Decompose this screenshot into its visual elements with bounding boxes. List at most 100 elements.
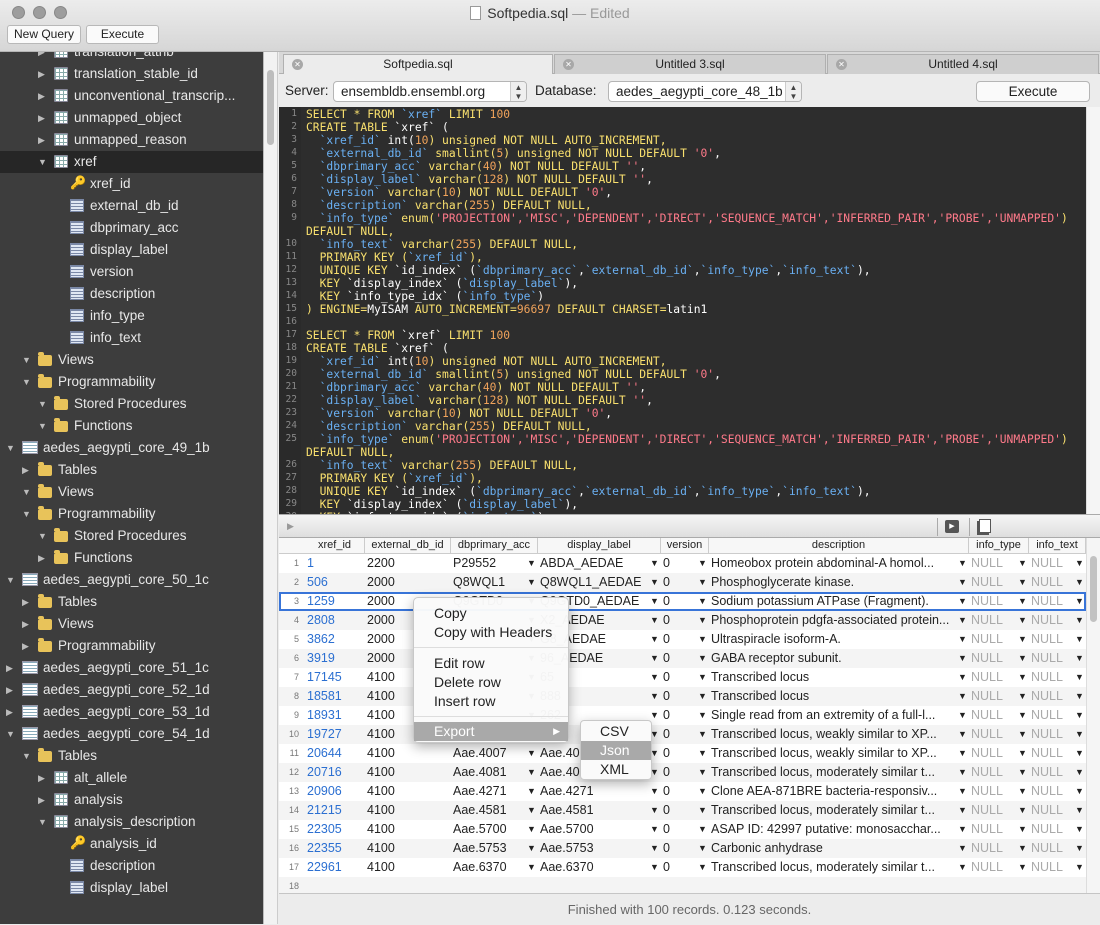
cell-dropdown-icon[interactable]: ▼ xyxy=(1018,573,1027,592)
cell-description[interactable]: ASAP ID: 42997 putative: monosacchar... xyxy=(711,820,955,839)
cell-dbprimary_acc[interactable]: Q8WQL1 xyxy=(453,573,524,592)
cell-version[interactable]: 0 xyxy=(663,706,695,725)
cell-info_text[interactable]: NULL xyxy=(1031,630,1072,649)
cell-dropdown-icon[interactable]: ▼ xyxy=(650,649,659,668)
column-header[interactable]: xref_id xyxy=(305,538,365,554)
cell-info_text[interactable]: NULL xyxy=(1031,839,1072,858)
tree-item[interactable]: ▶ Programmability xyxy=(0,635,263,657)
column-header[interactable]: display_label xyxy=(538,538,661,554)
disclosure-closed-icon[interactable]: ▶ xyxy=(38,63,45,85)
cell-dropdown-icon[interactable]: ▼ xyxy=(1075,573,1084,592)
toolbar-execute-button[interactable]: Execute xyxy=(86,25,159,44)
disclosure-open-icon[interactable]: ▼ xyxy=(22,503,31,525)
cell-dropdown-icon[interactable]: ▼ xyxy=(1075,668,1084,687)
cell-dropdown-icon[interactable]: ▼ xyxy=(527,820,536,839)
cell-info_type[interactable]: NULL xyxy=(971,554,1015,573)
cell-dropdown-icon[interactable]: ▼ xyxy=(958,573,967,592)
tree-item[interactable]: ▼ Programmability xyxy=(0,503,263,525)
table-row[interactable]: 1 1 2200 P29552 ▼ ABDA_AEDAE ▼ 0 ▼ Homeobox prote… xyxy=(279,554,1086,573)
column-header[interactable]: external_db_id xyxy=(365,538,451,554)
tab-3[interactable]: ✕ Untitled 4.sql xyxy=(827,54,1099,74)
cell-description[interactable]: Clone AEA-871BRE bacteria-responsiv... xyxy=(711,782,955,801)
tree-item[interactable]: info_text xyxy=(0,327,263,349)
tree-item[interactable]: ▶ unconventional_transcrip... xyxy=(0,85,263,107)
cell-description[interactable]: Transcribed locus, weakly similar to XP.… xyxy=(711,725,955,744)
column-header[interactable]: info_type xyxy=(969,538,1029,554)
cell-dropdown-icon[interactable]: ▼ xyxy=(958,801,967,820)
cell-info_text[interactable]: NULL xyxy=(1031,649,1072,668)
cell-dropdown-icon[interactable]: ▼ xyxy=(1018,706,1027,725)
cell-xref_id[interactable]: 506 xyxy=(307,573,363,592)
disclosure-closed-icon[interactable]: ▶ xyxy=(38,547,45,569)
table-row[interactable]: 10197274100▼▼0▼Transcribed locus, weakly… xyxy=(279,725,1086,744)
cell-dropdown-icon[interactable]: ▼ xyxy=(958,592,967,611)
export-json[interactable]: Json xyxy=(581,741,651,760)
tree-item[interactable]: dbprimary_acc xyxy=(0,217,263,239)
cell-xref_id[interactable]: 21215 xyxy=(307,801,363,820)
cell-dropdown-icon[interactable]: ▼ xyxy=(958,668,967,687)
cell-dropdown-icon[interactable]: ▼ xyxy=(527,839,536,858)
disclosure-closed-icon[interactable]: ▶ xyxy=(6,679,13,701)
cell-dropdown-icon[interactable]: ▼ xyxy=(698,763,707,782)
disclosure-closed-icon[interactable]: ▶ xyxy=(6,701,13,723)
table-row[interactable]: 13 20906 4100 Aae.4271 ▼ Aae.4271 ▼ 0 ▼ Clone AEA… xyxy=(279,782,1086,801)
tab-2[interactable]: ✕ Untitled 3.sql xyxy=(554,54,826,74)
results-scrollbar[interactable] xyxy=(1086,538,1100,893)
tree-item[interactable]: external_db_id xyxy=(0,195,263,217)
table-row[interactable]: 8185814100▼888▼0▼Transcribed locus▼NULL▼… xyxy=(279,687,1086,706)
cell-description[interactable]: Ultraspiracle isoform-A. xyxy=(711,630,955,649)
disclosure-open-icon[interactable]: ▼ xyxy=(38,393,47,415)
table-row[interactable]: 9189314100▼262▼0▼Single read from an ext… xyxy=(279,706,1086,725)
cell-dropdown-icon[interactable]: ▼ xyxy=(958,706,967,725)
table-row[interactable]: 7171454100▼65▼0▼Transcribed locus▼NULL▼N… xyxy=(279,668,1086,687)
tree-item[interactable]: ▼ Stored Procedures xyxy=(0,525,263,547)
cell-xref_id[interactable]: 19727 xyxy=(307,725,363,744)
cell-info_type[interactable]: NULL xyxy=(971,649,1015,668)
cell-info_type[interactable]: NULL xyxy=(971,573,1015,592)
tree-item[interactable]: ▼ Functions xyxy=(0,415,263,437)
cell-dbprimary_acc[interactable]: Aae.5753 xyxy=(453,839,524,858)
cell-dropdown-icon[interactable]: ▼ xyxy=(1075,801,1084,820)
cell-description[interactable]: Transcribed locus, moderately similar t.… xyxy=(711,763,955,782)
cell-dropdown-icon[interactable]: ▼ xyxy=(1075,782,1084,801)
cell-description[interactable]: Transcribed locus xyxy=(711,668,955,687)
tree-item[interactable]: description xyxy=(0,283,263,305)
tree-item[interactable]: ▶ Tables xyxy=(0,459,263,481)
new-query-button[interactable]: New Query xyxy=(7,25,82,44)
editor-scrollbar[interactable] xyxy=(1086,107,1100,514)
cell-xref_id[interactable]: 17145 xyxy=(307,668,363,687)
disclosure-open-icon[interactable]: ▼ xyxy=(38,811,47,833)
tree-item[interactable]: ▶ aedes_aegypti_core_51_1c xyxy=(0,657,263,679)
sidebar-splitter[interactable] xyxy=(263,52,278,924)
cell-dropdown-icon[interactable]: ▼ xyxy=(1018,801,1027,820)
cell-version[interactable]: 0 xyxy=(663,592,695,611)
cell-display_label[interactable]: ABDA_AEDAE xyxy=(540,554,647,573)
column-header[interactable]: description xyxy=(709,538,969,554)
cell-dbprimary_acc[interactable]: Aae.5700 xyxy=(453,820,524,839)
tree-item[interactable]: ▶ unmapped_object xyxy=(0,107,263,129)
cell-info_text[interactable]: NULL xyxy=(1031,592,1072,611)
cell-info_text[interactable]: NULL xyxy=(1031,858,1072,877)
cell-dropdown-icon[interactable]: ▼ xyxy=(698,725,707,744)
cell-external_db_id[interactable]: 4100 xyxy=(367,744,449,763)
column-header[interactable]: info_text xyxy=(1029,538,1086,554)
menu-edit-row[interactable]: Edit row xyxy=(414,654,568,673)
cell-dropdown-icon[interactable]: ▼ xyxy=(698,649,707,668)
table-row[interactable]: 639192000▼96_AEDAE▼0▼GABA receptor subun… xyxy=(279,649,1086,668)
tree-item[interactable]: ▶ Tables xyxy=(0,591,263,613)
results-scroll-thumb[interactable] xyxy=(1090,556,1097,622)
cell-dropdown-icon[interactable]: ▼ xyxy=(650,782,659,801)
tree-item[interactable]: ▶ aedes_aegypti_core_53_1d xyxy=(0,701,263,723)
cell-info_text[interactable]: NULL xyxy=(1031,554,1072,573)
cell-dropdown-icon[interactable]: ▼ xyxy=(527,763,536,782)
cell-xref_id[interactable]: 20906 xyxy=(307,782,363,801)
cell-version[interactable]: 0 xyxy=(663,801,695,820)
cell-dbprimary_acc[interactable]: Aae.6370 xyxy=(453,858,524,877)
collapse-triangle-icon[interactable]: ▶ xyxy=(287,521,294,532)
tree-item[interactable]: ▼ Views xyxy=(0,349,263,371)
cell-xref_id[interactable]: 18581 xyxy=(307,687,363,706)
cell-info_text[interactable]: NULL xyxy=(1031,668,1072,687)
cell-info_type[interactable]: NULL xyxy=(971,687,1015,706)
cell-description[interactable]: Carbonic anhydrase xyxy=(711,839,955,858)
cell-dropdown-icon[interactable]: ▼ xyxy=(1018,649,1027,668)
